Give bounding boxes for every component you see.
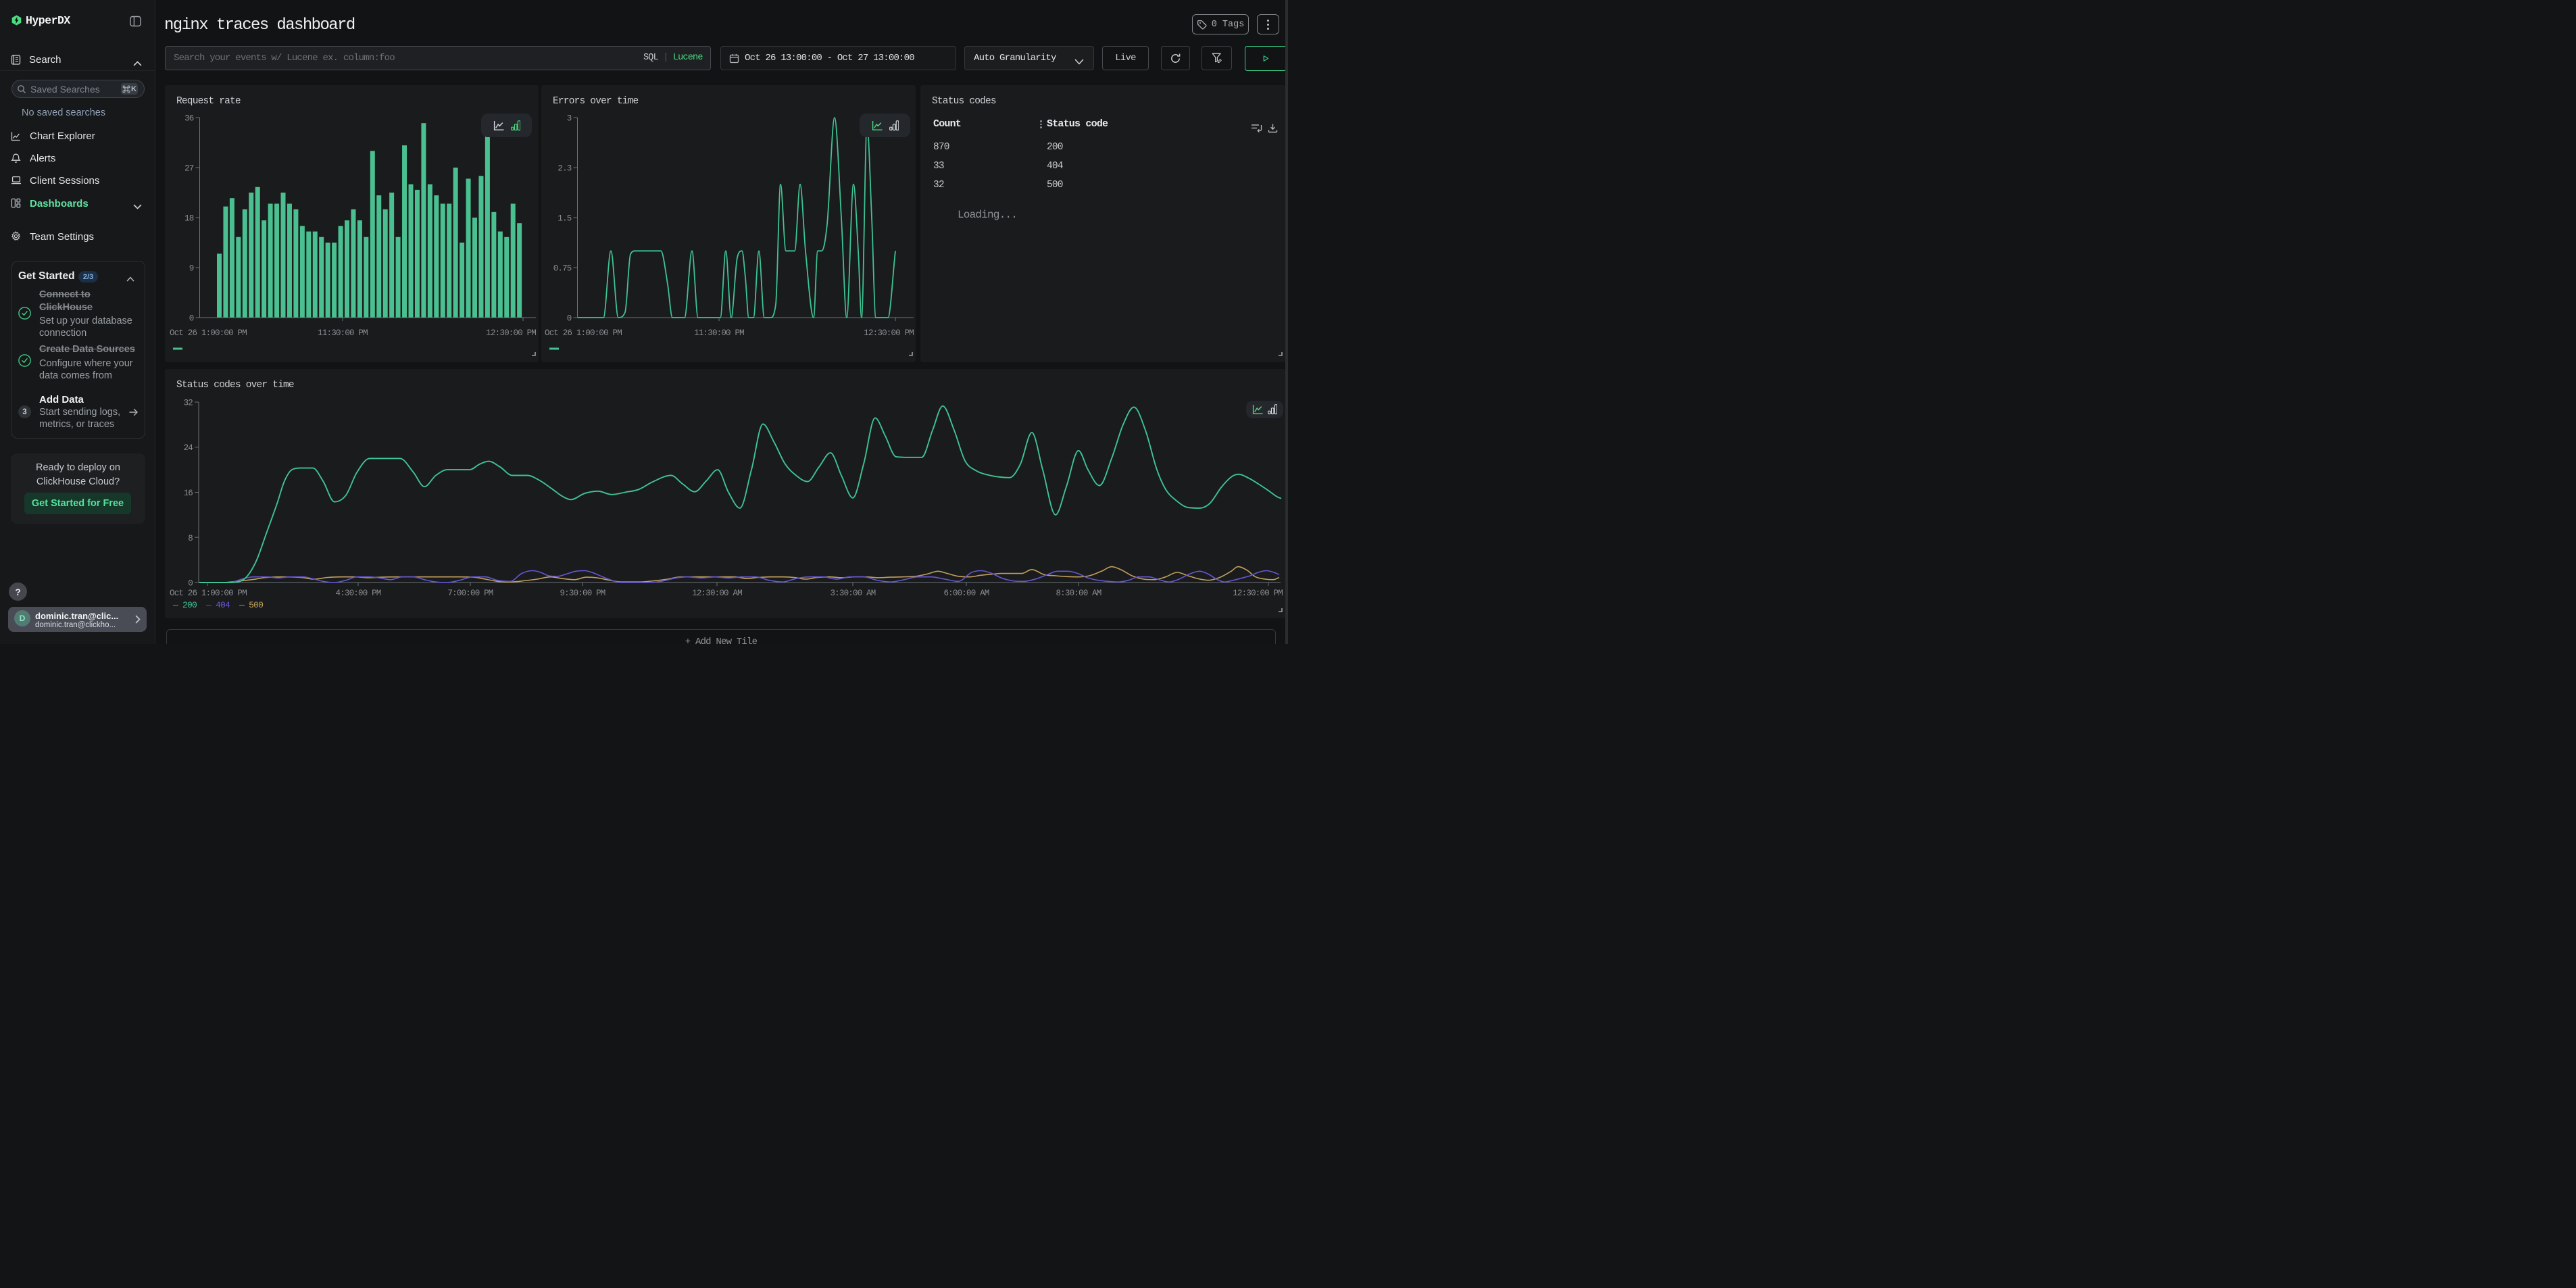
svg-text:9: 9 [189, 264, 194, 274]
svg-text:32: 32 [184, 399, 193, 408]
svg-text:4:30:00 PM: 4:30:00 PM [335, 589, 380, 598]
svg-text:3: 3 [567, 114, 572, 124]
svg-text:8: 8 [188, 534, 193, 543]
svg-text:12:30:00 PM: 12:30:00 PM [864, 328, 914, 338]
svg-text:18: 18 [184, 214, 194, 224]
svg-text:12:30:00 PM: 12:30:00 PM [1233, 589, 1283, 598]
svg-text:11:30:00 PM: 11:30:00 PM [694, 328, 744, 338]
svg-text:12:30:00 PM: 12:30:00 PM [486, 328, 536, 338]
svg-text:0.75: 0.75 [553, 264, 572, 274]
svg-text:0: 0 [188, 579, 193, 589]
svg-text:0: 0 [567, 314, 572, 324]
svg-text:11:30:00 PM: 11:30:00 PM [318, 328, 368, 338]
svg-text:36: 36 [184, 114, 194, 124]
svg-text:Oct 26 1:00:00 PM: Oct 26 1:00:00 PM [170, 328, 247, 338]
svg-text:27: 27 [184, 164, 194, 174]
svg-text:6:00:00 AM: 6:00:00 AM [943, 589, 989, 598]
svg-text:0: 0 [189, 314, 194, 324]
svg-text:Oct 26 1:00:00 PM: Oct 26 1:00:00 PM [545, 328, 622, 338]
svg-text:12:30:00 AM: 12:30:00 AM [692, 589, 742, 598]
svg-text:8:30:00 AM: 8:30:00 AM [1056, 589, 1101, 598]
svg-text:1.5: 1.5 [558, 214, 571, 224]
svg-text:3:30:00 AM: 3:30:00 AM [830, 589, 875, 598]
svg-text:16: 16 [184, 489, 193, 498]
svg-text:9:30:00 PM: 9:30:00 PM [560, 589, 605, 598]
svg-text:24: 24 [184, 443, 193, 453]
svg-text:Oct 26 1:00:00 PM: Oct 26 1:00:00 PM [170, 589, 247, 598]
svg-text:7:00:00 PM: 7:00:00 PM [447, 589, 493, 598]
svg-text:2.3: 2.3 [558, 164, 571, 174]
